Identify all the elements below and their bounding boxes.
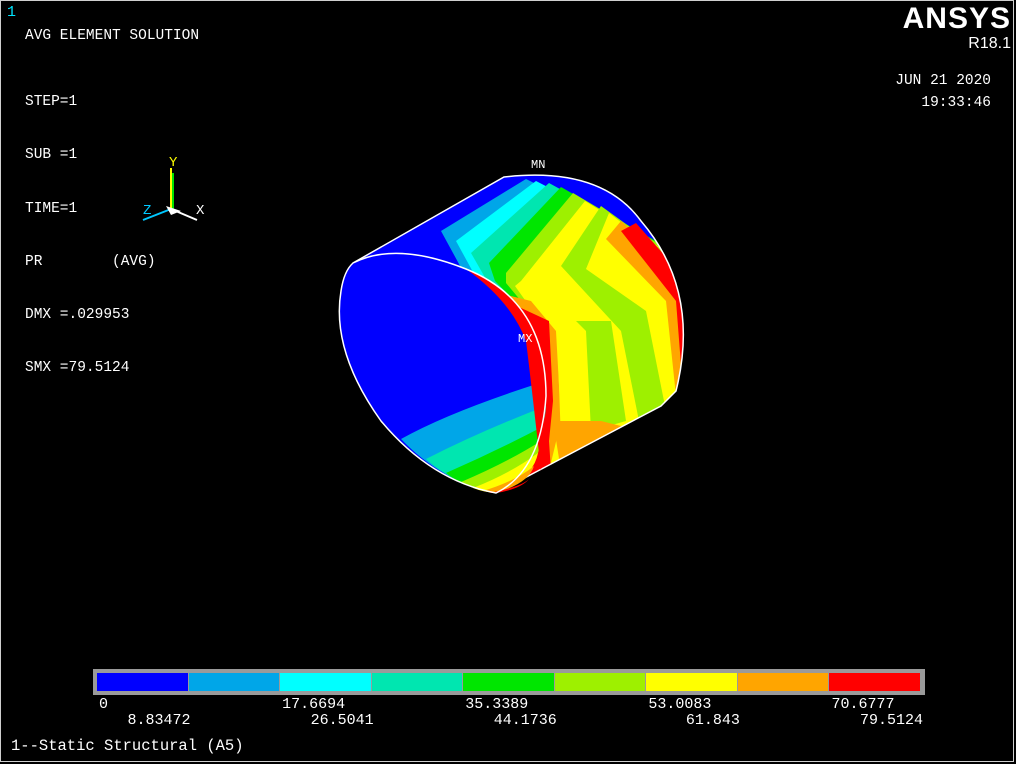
legend-color-segment (737, 673, 829, 691)
legend-color-segment (554, 673, 646, 691)
min-marker: MN (531, 158, 545, 172)
legend-color-segment (646, 673, 737, 691)
contour-legend-bar (93, 669, 925, 695)
z-axis-label: Z (143, 203, 151, 219)
legend-color-segment (829, 673, 920, 691)
analysis-caption: 1--Static Structural (A5) (11, 737, 244, 755)
legend-tick-label: 53.0083 (648, 696, 712, 713)
legend-tick-label: 79.5124 (859, 712, 923, 729)
legend-tick-label: 70.6777 (831, 696, 895, 713)
legend-tick-label: 26.5041 (310, 712, 374, 729)
legend-tick-label: 44.1736 (493, 712, 557, 729)
legend-color-segment (463, 673, 554, 691)
x-axis-label: X (196, 203, 205, 219)
y-axis-label: Y (169, 155, 178, 171)
graphics-window[interactable]: 1 AVG ELEMENT SOLUTION STEP=1 SUB =1 TIM… (0, 0, 1014, 762)
legend-tick-label: 0 (99, 696, 109, 713)
legend-tick-label: 8.83472 (127, 712, 191, 729)
axis-triad: Y X Z (142, 155, 205, 221)
legend-color-segment (97, 673, 188, 691)
legend-tick-label: 35.3389 (465, 696, 529, 713)
max-marker: MX (518, 332, 532, 346)
legend-tick-label: 61.843 (685, 712, 740, 729)
legend-tick-label: 17.6694 (282, 696, 346, 713)
legend-color-segment (188, 673, 280, 691)
model-view[interactable]: MN MX Y X Z (1, 1, 1013, 661)
legend-color-segment (280, 673, 371, 691)
legend-color-segment (371, 673, 463, 691)
